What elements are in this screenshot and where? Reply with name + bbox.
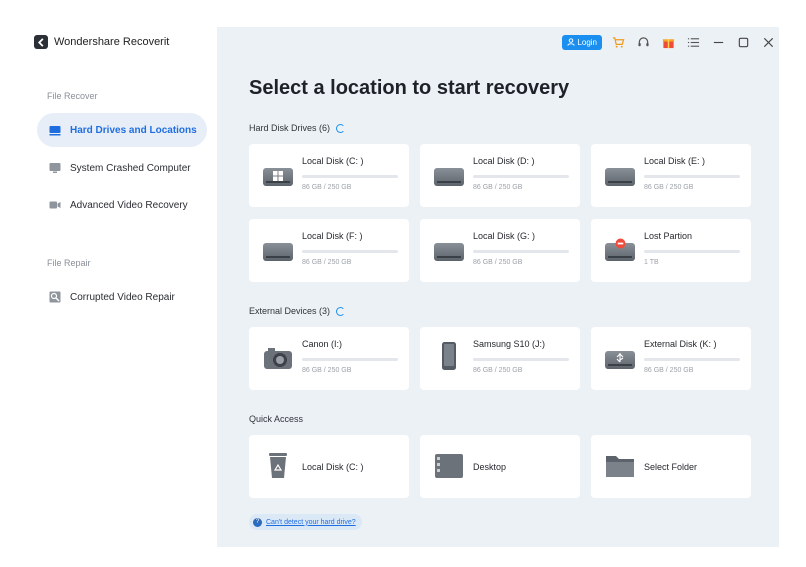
gift-icon[interactable]	[662, 36, 675, 49]
disk-icon	[434, 162, 464, 188]
sidebar: Wondershare Recoverit File Recover Hard …	[29, 27, 217, 547]
sidebar-item-system-crashed[interactable]: System Crashed Computer	[37, 151, 207, 185]
hard-disk-section-title: Hard Disk Drives (6)	[249, 123, 346, 133]
minimize-icon[interactable]	[712, 36, 725, 49]
disk-icon	[263, 237, 293, 263]
usage-bar	[644, 175, 740, 178]
drive-size: 86 GB / 250 GB	[302, 184, 352, 191]
phone-icon	[434, 342, 464, 371]
desktop-icon	[434, 453, 464, 479]
video-repair-icon	[49, 291, 61, 303]
hard-drive-icon	[49, 124, 61, 136]
usage-bar	[473, 175, 569, 178]
device-name: External Disk (K: )	[644, 339, 717, 349]
user-icon	[567, 38, 576, 46]
quick-access-section-title: Quick Access	[249, 414, 303, 424]
video-camera-icon	[49, 199, 61, 211]
page-title: Select a location to start recovery	[249, 77, 570, 99]
drive-name: Local Disk (D: )	[473, 156, 535, 166]
help-link-label: Can't detect your hard drive?	[266, 518, 356, 526]
drive-size: 1 TB	[644, 259, 659, 266]
drive-card-d[interactable]: Local Disk (D: ) 86 GB / 250 GB	[420, 144, 580, 207]
recycle-bin-icon	[263, 453, 293, 479]
quick-access-recycle-bin[interactable]: Local Disk (C: )	[249, 435, 409, 498]
login-button[interactable]: Login	[562, 34, 602, 50]
device-card-canon[interactable]: Canon (I:) 86 GB / 250 GB	[249, 327, 409, 390]
close-icon[interactable]	[762, 36, 775, 49]
app-title: Wondershare Recoverit	[54, 36, 170, 48]
sidebar-item-advanced-video[interactable]: Advanced Video Recovery	[37, 188, 207, 222]
sidebar-item-label: System Crashed Computer	[70, 162, 191, 174]
usage-bar	[302, 250, 398, 253]
sidebar-item-label: Advanced Video Recovery	[70, 199, 188, 211]
device-size: 86 GB / 250 GB	[302, 367, 352, 374]
drive-size: 86 GB / 250 GB	[473, 259, 523, 266]
usage-bar	[302, 175, 398, 178]
section-label: Quick Access	[249, 414, 304, 424]
sidebar-item-hard-drives[interactable]: Hard Drives and Locations	[37, 113, 207, 147]
disk-icon	[605, 162, 635, 188]
usage-bar	[644, 358, 740, 361]
disk-icon	[434, 237, 464, 263]
drive-card-lost-partition[interactable]: Lost Partion 1 TB	[591, 219, 751, 282]
external-devices-section-title: External Devices (3)	[249, 306, 346, 316]
device-card-external-disk[interactable]: External Disk (K: ) 86 GB / 250 GB	[591, 327, 751, 390]
maximize-icon[interactable]	[737, 36, 750, 49]
usage-bar	[473, 250, 569, 253]
folder-icon	[605, 453, 635, 479]
drive-name: Local Disk (F: )	[302, 231, 363, 241]
usb-disk-icon	[605, 345, 635, 371]
windows-disk-icon	[263, 162, 293, 188]
title-bar: Login	[562, 32, 779, 52]
main-panel: Login Select a location to start recover…	[217, 27, 779, 547]
drive-name: Local Disk (C: )	[302, 156, 364, 166]
drive-card-g[interactable]: Local Disk (G: ) 86 GB / 250 GB	[420, 219, 580, 282]
quick-access-name: Local Disk (C: )	[302, 462, 364, 472]
device-name: Canon (I:)	[302, 339, 343, 349]
usage-bar	[473, 358, 569, 361]
drive-card-f[interactable]: Local Disk (F: ) 86 GB / 250 GB	[249, 219, 409, 282]
refresh-icon[interactable]	[336, 123, 346, 133]
refresh-icon[interactable]	[336, 306, 346, 316]
drive-name: Lost Partion	[644, 231, 693, 241]
login-label: Login	[577, 37, 597, 47]
app-window: Wondershare Recoverit File Recover Hard …	[29, 27, 779, 547]
quick-access-desktop[interactable]: Desktop	[420, 435, 580, 498]
headset-support-icon[interactable]	[637, 36, 650, 49]
cant-detect-drive-link[interactable]: ? Can't detect your hard drive?	[249, 514, 362, 530]
drive-size: 86 GB / 250 GB	[473, 184, 523, 191]
camera-icon	[263, 345, 293, 371]
drive-card-c[interactable]: Local Disk (C: ) 86 GB / 250 GB	[249, 144, 409, 207]
quick-access-select-folder[interactable]: Select Folder	[591, 435, 751, 498]
file-recover-section-label: File Recover	[47, 91, 98, 101]
quick-access-name: Desktop	[473, 462, 507, 472]
drive-name: Local Disk (E: )	[644, 156, 706, 166]
brand: Wondershare Recoverit	[34, 33, 169, 51]
usage-bar	[302, 358, 398, 361]
drive-name: Local Disk (G: )	[473, 231, 536, 241]
device-size: 86 GB / 250 GB	[473, 367, 523, 374]
help-question-icon: ?	[253, 517, 262, 527]
sidebar-item-label: Corrupted Video Repair	[70, 291, 175, 303]
section-label: External Devices (3)	[249, 306, 331, 316]
device-card-samsung[interactable]: Samsung S10 (J:) 86 GB / 250 GB	[420, 327, 580, 390]
menu-list-icon[interactable]	[687, 36, 700, 49]
device-name: Samsung S10 (J:)	[473, 339, 546, 349]
usage-bar	[644, 250, 740, 253]
cart-icon[interactable]	[612, 36, 625, 49]
drive-size: 86 GB / 250 GB	[644, 184, 694, 191]
file-repair-section-label: File Repair	[47, 258, 91, 268]
sidebar-item-video-repair[interactable]: Corrupted Video Repair	[37, 280, 207, 314]
sidebar-item-label: Hard Drives and Locations	[70, 124, 197, 136]
lost-partition-icon	[605, 237, 635, 263]
computer-icon	[49, 162, 61, 174]
drive-card-e[interactable]: Local Disk (E: ) 86 GB / 250 GB	[591, 144, 751, 207]
drive-size: 86 GB / 250 GB	[302, 259, 352, 266]
recoverit-logo-icon	[34, 35, 48, 49]
quick-access-name: Select Folder	[644, 462, 698, 472]
device-size: 86 GB / 250 GB	[644, 367, 694, 374]
section-label: Hard Disk Drives (6)	[249, 123, 331, 133]
